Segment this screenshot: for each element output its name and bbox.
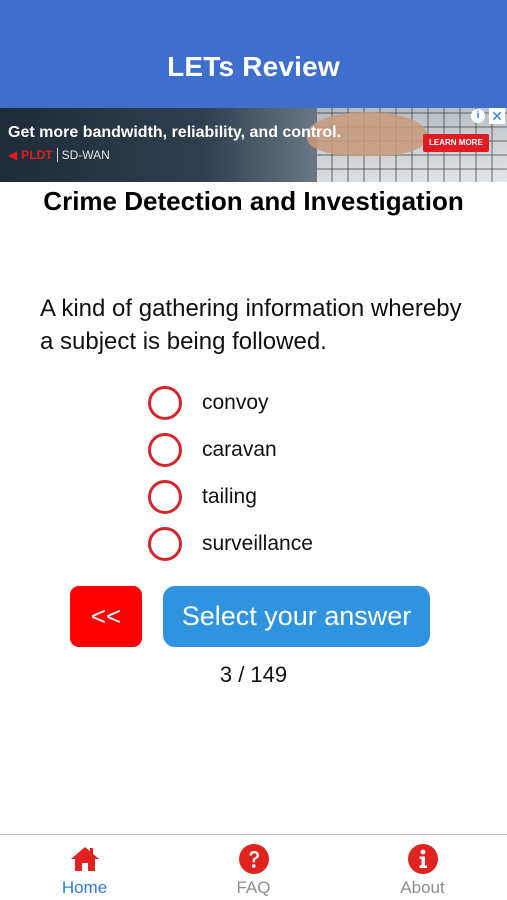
radio-button[interactable] [148, 386, 182, 420]
answer-option-tailing[interactable]: tailing [148, 477, 408, 517]
ad-headline: Get more bandwidth, reliability, and con… [8, 124, 342, 141]
answer-option-label: convoy [202, 391, 269, 414]
question-circle-icon [238, 844, 269, 874]
select-answer-button[interactable]: Select your answer [163, 586, 430, 647]
ad-brand-divider [56, 148, 58, 162]
answer-option-convoy[interactable]: convoy [148, 383, 408, 423]
tab-home-label: Home [61, 878, 108, 897]
previous-question-button[interactable]: << [70, 586, 142, 647]
tab-faq[interactable]: FAQ [169, 835, 338, 900]
ad-product-name: SD-WAN [61, 148, 110, 162]
app-title: LETs Review [167, 51, 340, 82]
app-header: LETs Review [0, 0, 507, 108]
answer-options: convoy caravan tailing surveillance [148, 383, 408, 571]
home-icon [70, 847, 99, 871]
bottom-tab-bar: Home FAQ About [0, 834, 507, 900]
radio-button[interactable] [148, 480, 182, 514]
pldt-logo-icon: ◀ [8, 148, 18, 162]
subject-title: Crime Detection and Investigation [43, 186, 464, 216]
answer-option-surveillance[interactable]: surveillance [148, 524, 408, 564]
tab-home[interactable]: Home [0, 835, 169, 900]
radio-button[interactable] [148, 527, 182, 561]
radio-button[interactable] [148, 433, 182, 467]
tab-about-label: About [400, 878, 445, 897]
question-progress: 3 / 149 [219, 662, 288, 687]
info-circle-icon [407, 844, 438, 874]
app-screen: LETs Review Get more bandwidth, reliabil… [0, 0, 507, 900]
ad-close-icon[interactable]: ✕ [489, 108, 505, 124]
question-text: A kind of gathering information whereby … [40, 295, 462, 355]
ad-brand-name: PLDT [21, 148, 53, 162]
ad-learn-more-button[interactable]: LEARN MORE [423, 134, 489, 152]
tab-about[interactable]: About [338, 835, 507, 900]
ad-banner[interactable]: Get more bandwidth, reliability, and con… [0, 108, 507, 182]
ad-brand: ◀ PLDT SD-WAN [8, 148, 110, 162]
answer-option-label: caravan [202, 438, 277, 461]
tab-faq-label: FAQ [236, 878, 271, 897]
answer-option-caravan[interactable]: caravan [148, 430, 408, 470]
answer-option-label: surveillance [202, 532, 313, 555]
answer-option-label: tailing [202, 485, 257, 508]
ad-info-icon[interactable]: i [471, 109, 485, 123]
